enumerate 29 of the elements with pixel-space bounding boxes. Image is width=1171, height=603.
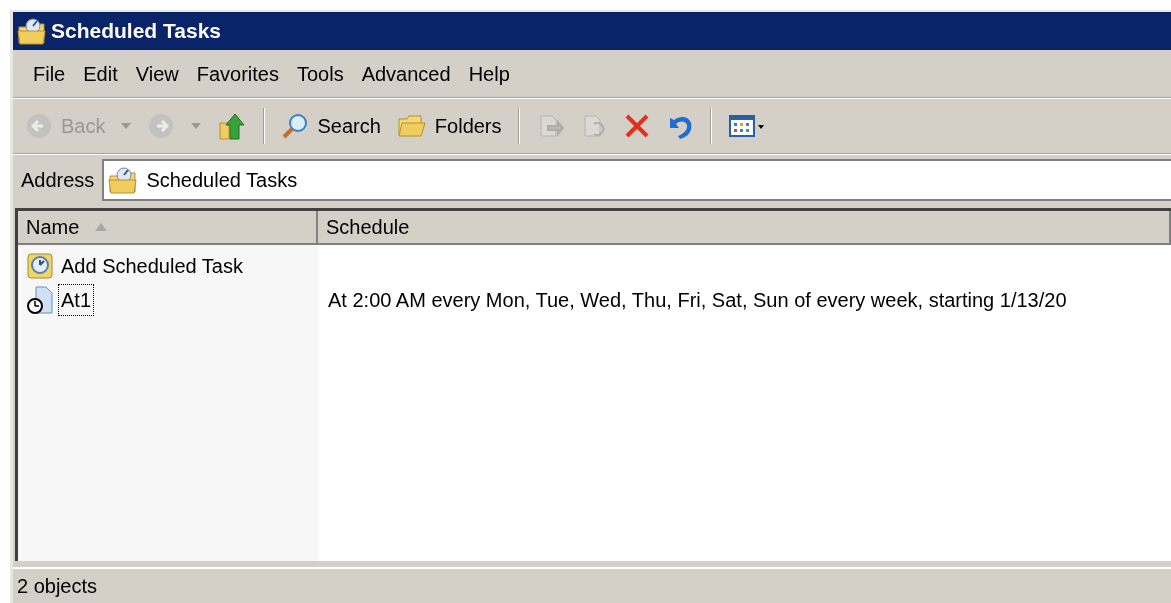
folder-icon bbox=[396, 113, 427, 139]
search-button[interactable]: Search bbox=[277, 107, 385, 145]
menu-item[interactable]: Edit bbox=[75, 54, 126, 93]
task-file-icon bbox=[26, 286, 54, 314]
clock-icon bbox=[26, 252, 54, 280]
menu-item[interactable]: Help bbox=[460, 54, 518, 93]
schedule-text: At 2:00 AM every Mon, Tue, Wed, Thu, Fri, Sat, Sun of every week, starting 1/13/20 bbox=[328, 288, 1067, 313]
file-name[interactable]: Add Scheduled Task bbox=[58, 250, 246, 282]
status-text: 2 objects bbox=[17, 574, 98, 599]
menu-item[interactable]: File bbox=[25, 54, 74, 93]
delete-icon bbox=[623, 113, 650, 139]
window-title: Scheduled Tasks bbox=[51, 18, 221, 45]
menu-item[interactable]: Favorites bbox=[188, 54, 287, 93]
menu-item[interactable]: Tools bbox=[288, 54, 352, 93]
menu-item[interactable]: View bbox=[127, 54, 187, 93]
column-header[interactable]: Name bbox=[18, 211, 318, 245]
dropdown-caret-icon[interactable] bbox=[121, 123, 132, 129]
scheduled-tasks-folder-icon bbox=[108, 165, 139, 194]
up-folder-icon bbox=[217, 111, 248, 141]
address-label: Address bbox=[21, 167, 95, 193]
views-icon bbox=[727, 113, 766, 139]
dropdown-caret-icon[interactable] bbox=[191, 123, 202, 129]
folders-button[interactable]: Folders bbox=[392, 107, 506, 145]
file-name[interactable]: At1 bbox=[58, 284, 95, 316]
address-field[interactable]: Scheduled Tasks bbox=[102, 158, 1171, 201]
menu-item[interactable]: Advanced bbox=[353, 54, 459, 93]
scheduled-tasks-folder-icon bbox=[17, 17, 47, 45]
column-header[interactable]: Schedule bbox=[318, 211, 1171, 245]
search-icon bbox=[281, 112, 310, 140]
